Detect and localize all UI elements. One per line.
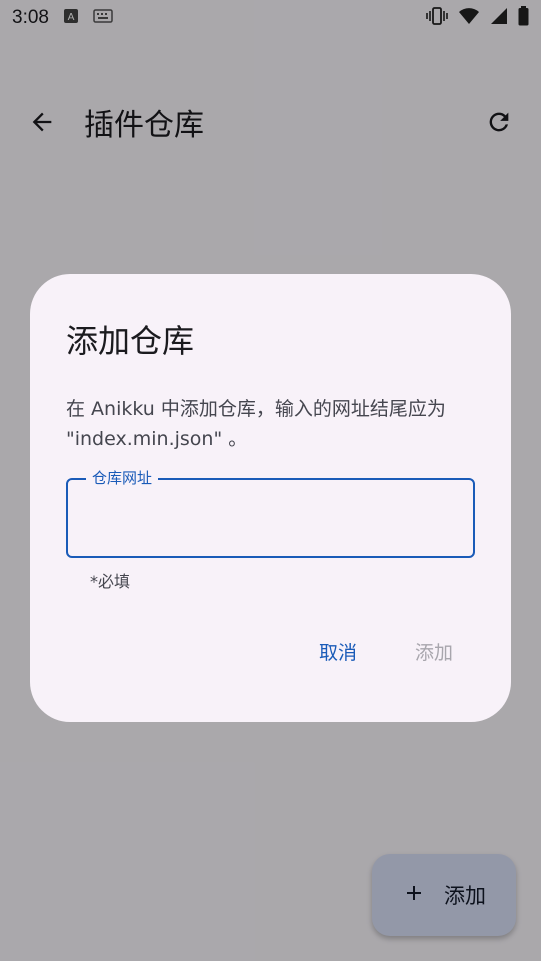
field-supporting-text: *必填 [90, 572, 131, 591]
cancel-button[interactable]: 取消 [319, 638, 357, 665]
repo-url-field-label: 仓库网址 [86, 467, 159, 488]
repo-url-input[interactable] [84, 502, 457, 538]
dialog-title: 添加仓库 [66, 322, 195, 360]
dialog-actions: 取消 添加 [319, 638, 453, 665]
add-repo-dialog: 添加仓库 在 Anikku 中添加仓库，输入的网址结尾应为 "index.min… [30, 274, 511, 722]
add-button[interactable]: 添加 [415, 638, 453, 665]
repo-url-field[interactable]: 仓库网址 [66, 467, 475, 558]
dialog-message: 在 Anikku 中添加仓库，输入的网址结尾应为 "index.min.json… [66, 398, 446, 450]
